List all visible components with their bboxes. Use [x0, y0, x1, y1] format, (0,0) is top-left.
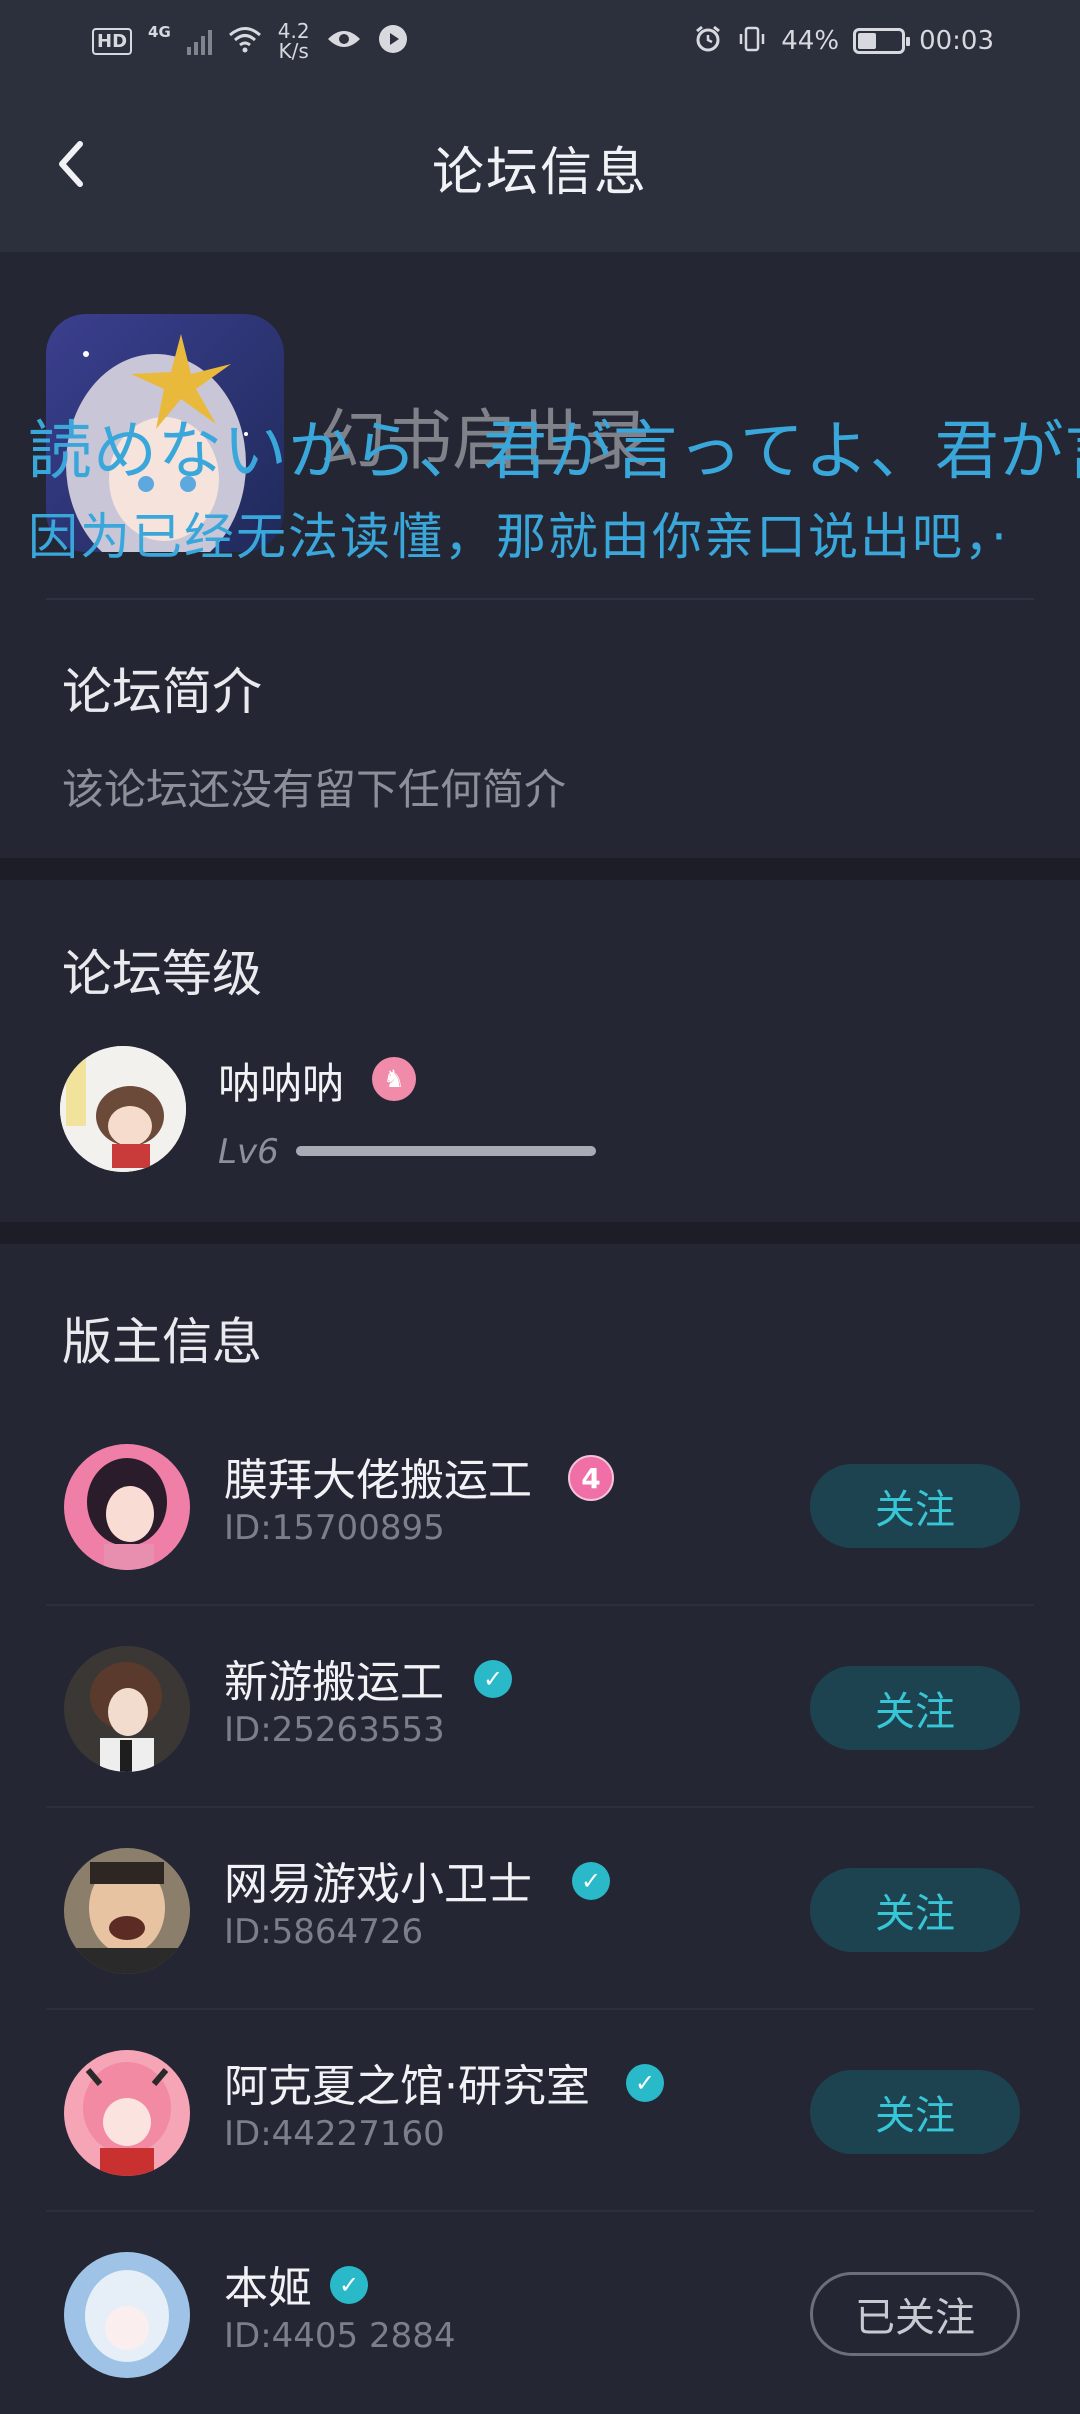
hd-indicator: HD	[92, 27, 133, 55]
network-type: 4G	[148, 23, 171, 41]
moderator-avatar[interactable]	[64, 1444, 190, 1570]
moderator-row[interactable]: 膜拜大佬搬运工 4 ID:15700895 关注	[0, 1404, 1080, 1606]
level-progress-fill	[296, 1146, 596, 1156]
follow-button[interactable]: 关注	[810, 2070, 1020, 2154]
verified-icon: ✓	[572, 1862, 610, 1900]
moderator-avatar[interactable]	[64, 2252, 190, 2378]
user-name: 呐呐呐	[218, 1059, 345, 1108]
lyric-overlay-line1: 読めないから、君が言ってよ、君が言	[28, 415, 1080, 489]
follow-button[interactable]: 关注	[810, 1666, 1020, 1750]
page-title: 论坛信息	[431, 143, 648, 203]
level-label: Lv6	[218, 1132, 279, 1172]
battery-percent: 44%	[781, 26, 840, 56]
moderator-row[interactable]: 新游搬运工 ✓ ID:25263553 关注	[0, 1606, 1080, 1808]
moderator-name: 新游搬运工	[224, 1657, 444, 1708]
alarm-icon	[693, 24, 723, 58]
forum-header: 幻书启世录 読めないから、君が言ってよ、君が言 因为已经无法读懂，那就由你亲口说…	[0, 252, 1080, 600]
moderator-avatar[interactable]	[64, 1646, 190, 1772]
moderator-name: 本姬	[224, 2263, 312, 2314]
moderator-name: 膜拜大佬搬运工	[224, 1455, 532, 1506]
moderator-id: ID:4405 2884	[224, 2316, 456, 2356]
level-number-badge: 4	[568, 1455, 614, 1501]
verified-icon: ✓	[474, 1660, 512, 1698]
speed-unit: K/s	[278, 39, 309, 63]
intro-text: 该论坛还没有留下任何简介	[62, 765, 567, 814]
signal-icon	[186, 27, 212, 55]
speed-value: 4.2	[277, 19, 310, 43]
section-gap	[0, 858, 1080, 880]
eye-icon	[326, 27, 362, 55]
status-bar: HD 4G 4.2 K/s 44% 00:03	[0, 0, 1080, 82]
vibrate-icon	[737, 24, 767, 58]
lyric-overlay-line2: 因为已经无法读懂，那就由你亲口说出吧，·	[28, 508, 1009, 566]
moderator-row[interactable]: 网易游戏小卫士 ✓ ID:5864726 关注	[0, 1808, 1080, 2010]
followed-button[interactable]: 已关注	[810, 2272, 1020, 2356]
moderator-id: ID:5864726	[224, 1912, 424, 1952]
intro-title: 论坛简介	[62, 663, 262, 721]
verified-icon: ✓	[626, 2064, 664, 2102]
moderators-title: 版主信息	[62, 1313, 262, 1371]
moderator-row[interactable]: 本姬 ✓ ID:4405 2884 已关注	[0, 2212, 1080, 2414]
moderator-name: 网易游戏小卫士	[224, 1859, 532, 1910]
clock: 00:03	[919, 26, 994, 56]
moderator-id: ID:44227160	[224, 2114, 445, 2154]
user-avatar[interactable]	[60, 1046, 186, 1172]
follow-button[interactable]: 关注	[810, 1868, 1020, 1952]
app-header: 论坛信息	[0, 82, 1080, 252]
level-title: 论坛等级	[62, 945, 262, 1003]
divider	[46, 598, 1034, 600]
moderator-avatar[interactable]	[64, 2050, 190, 2176]
status-left: HD 4G 4.2 K/s	[92, 0, 408, 82]
wifi-icon	[228, 25, 262, 57]
moderator-avatar[interactable]	[64, 1848, 190, 1974]
moderator-id: ID:25263553	[224, 1710, 445, 1750]
play-icon	[378, 24, 408, 58]
section-gap	[0, 1222, 1080, 1244]
follow-button[interactable]: 关注	[810, 1464, 1020, 1548]
status-right: 44% 00:03	[693, 0, 994, 82]
network-speed: 4.2 K/s	[278, 21, 310, 61]
moderator-row[interactable]: 阿克夏之馆·研究室 ✓ ID:44227160 关注	[0, 2010, 1080, 2212]
moderator-name: 阿克夏之馆·研究室	[224, 2061, 590, 2112]
battery-icon	[853, 28, 911, 54]
verified-icon: ✓	[330, 2266, 368, 2304]
moderator-id: ID:15700895	[224, 1508, 445, 1548]
user-badge-icon: ♞	[372, 1057, 416, 1101]
level-progress-bar	[296, 1146, 596, 1156]
